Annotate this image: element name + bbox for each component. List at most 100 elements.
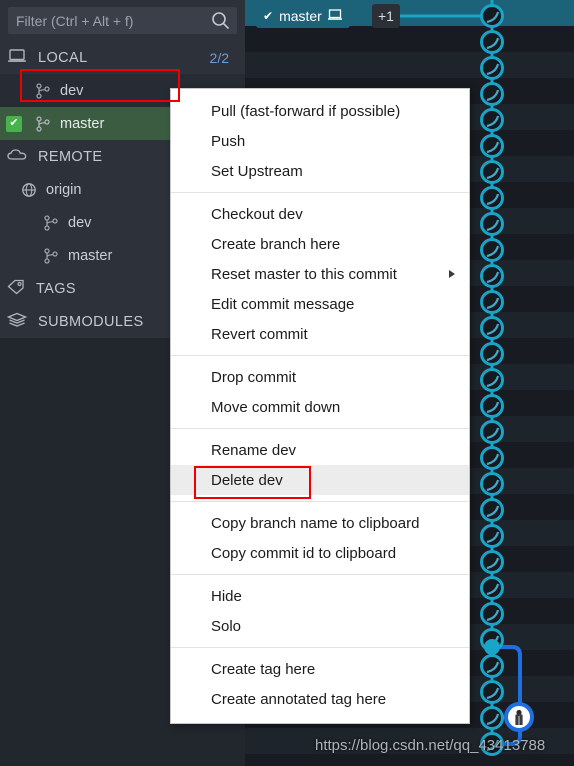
local-branch-count: 2/2 xyxy=(209,49,229,66)
commit-node[interactable] xyxy=(480,602,504,626)
globe-icon xyxy=(20,182,38,198)
sidebar-group-label: REMOTE xyxy=(38,148,103,165)
menu-item-label: Create annotated tag here xyxy=(211,690,387,708)
menu-item[interactable]: Rename dev xyxy=(171,435,469,465)
filter-box[interactable] xyxy=(8,7,237,34)
menu-separator xyxy=(171,428,469,429)
branch-label: dev xyxy=(68,214,92,231)
commit-node[interactable] xyxy=(480,160,504,184)
menu-item[interactable]: Solo xyxy=(171,611,469,641)
commit-node[interactable] xyxy=(480,576,504,600)
chevron-right-icon xyxy=(449,270,455,278)
menu-item-label: Create tag here xyxy=(211,660,316,678)
menu-item-label: Hide xyxy=(211,587,242,605)
commit-node[interactable] xyxy=(480,290,504,314)
merge-node xyxy=(484,639,500,655)
menu-item-label: Solo xyxy=(211,617,242,635)
commit-node[interactable] xyxy=(480,30,504,54)
menu-item-label: Rename dev xyxy=(211,441,297,459)
commit-node[interactable] xyxy=(480,654,504,678)
menu-item-label: Checkout dev xyxy=(211,205,303,223)
branch-label: dev xyxy=(60,82,84,99)
menu-item-label: Delete dev xyxy=(211,471,283,489)
menu-separator xyxy=(171,647,469,648)
branch-label: master xyxy=(68,247,113,264)
commit-node[interactable] xyxy=(480,4,504,28)
commit-node[interactable] xyxy=(480,420,504,444)
menu-separator xyxy=(171,355,469,356)
sidebar-group-label: TAGS xyxy=(36,280,77,297)
menu-item[interactable]: Reset master to this commit xyxy=(171,259,469,289)
commit-node[interactable] xyxy=(480,108,504,132)
commit-node[interactable] xyxy=(480,264,504,288)
layers-icon xyxy=(6,312,28,332)
menu-separator xyxy=(171,192,469,193)
hidden-refs-badge[interactable]: +1 xyxy=(372,4,400,28)
commit-node[interactable] xyxy=(480,134,504,158)
menu-item[interactable]: Copy commit id to clipboard xyxy=(171,538,469,568)
commit-node[interactable] xyxy=(480,680,504,704)
commit-node[interactable] xyxy=(480,342,504,366)
commit-node[interactable] xyxy=(480,82,504,106)
menu-item[interactable]: Edit commit message xyxy=(171,289,469,319)
commit-node[interactable] xyxy=(480,446,504,470)
menu-item[interactable]: Checkout dev xyxy=(171,199,469,229)
menu-item[interactable]: Hide xyxy=(171,581,469,611)
branch-icon xyxy=(42,247,60,264)
commit-node[interactable] xyxy=(480,550,504,574)
commit-node[interactable] xyxy=(480,238,504,262)
menu-item[interactable]: Set Upstream xyxy=(171,156,469,186)
commit-node[interactable] xyxy=(480,186,504,210)
check-icon: ✔ xyxy=(263,9,274,23)
menu-item[interactable]: Delete dev xyxy=(171,465,469,495)
tag-icon xyxy=(7,279,25,299)
branch-context-menu[interactable]: Pull (fast-forward if possible) Push Set U… xyxy=(170,88,470,724)
commit-node[interactable] xyxy=(480,368,504,392)
commit-node[interactable] xyxy=(480,498,504,522)
branch-icon xyxy=(34,82,52,99)
menu-item[interactable]: Drop commit xyxy=(171,362,469,392)
menu-item[interactable]: Pull (fast-forward if possible) xyxy=(171,96,469,126)
menu-item-label: Pull (fast-forward if possible) xyxy=(211,102,401,120)
menu-item[interactable]: Move commit down xyxy=(171,392,469,422)
search-icon[interactable] xyxy=(211,11,230,35)
ref-chip-master[interactable]: ✔ master xyxy=(256,4,350,28)
filter-area xyxy=(0,0,245,40)
menu-item[interactable]: Push xyxy=(171,126,469,156)
commit-node[interactable] xyxy=(480,394,504,418)
menu-item-label: Move commit down xyxy=(211,398,341,416)
menu-item[interactable]: Copy branch name to clipboard xyxy=(171,508,469,538)
branch-label: master xyxy=(60,115,105,132)
checkmark-icon: ✔ xyxy=(6,115,22,132)
menu-item-label: Set Upstream xyxy=(211,162,303,180)
menu-item-label: Push xyxy=(211,132,246,150)
commit-node[interactable] xyxy=(480,706,504,730)
sidebar-group-label: LOCAL xyxy=(38,49,88,66)
menu-item[interactable]: Create annotated tag here xyxy=(171,684,469,714)
menu-item-label: Create branch here xyxy=(211,235,341,253)
menu-item-label: Reset master to this commit xyxy=(211,265,397,283)
avatar-icon xyxy=(515,709,523,725)
menu-item-label: Copy commit id to clipboard xyxy=(211,544,397,562)
laptop-icon xyxy=(327,8,342,24)
branch-icon xyxy=(34,115,52,132)
commit-node[interactable] xyxy=(480,524,504,548)
search-input[interactable] xyxy=(8,12,237,29)
menu-item-label: Edit commit message xyxy=(211,295,355,313)
menu-item-label: Drop commit xyxy=(211,368,297,386)
menu-item-label: Revert commit xyxy=(211,325,308,343)
commit-node[interactable] xyxy=(480,316,504,340)
menu-item[interactable]: Create tag here xyxy=(171,654,469,684)
commit-node[interactable] xyxy=(480,212,504,236)
menu-item-label: Copy branch name to clipboard xyxy=(211,514,420,532)
sidebar-group-local[interactable]: LOCAL 2/2 xyxy=(0,41,245,74)
watermark: https://blog.csdn.net/qq_43413788 xyxy=(315,737,546,754)
app-window: ✔ master +1 Filter (Ctrl + Alt + f) LOCA… xyxy=(0,0,574,766)
menu-item[interactable]: Create branch here xyxy=(171,229,469,259)
commit-node[interactable] xyxy=(480,56,504,80)
menu-item[interactable]: Revert commit xyxy=(171,319,469,349)
sidebar-group-label: SUBMODULES xyxy=(38,313,144,330)
commit-node[interactable] xyxy=(480,472,504,496)
menu-separator xyxy=(171,501,469,502)
laptop-icon xyxy=(7,48,27,68)
